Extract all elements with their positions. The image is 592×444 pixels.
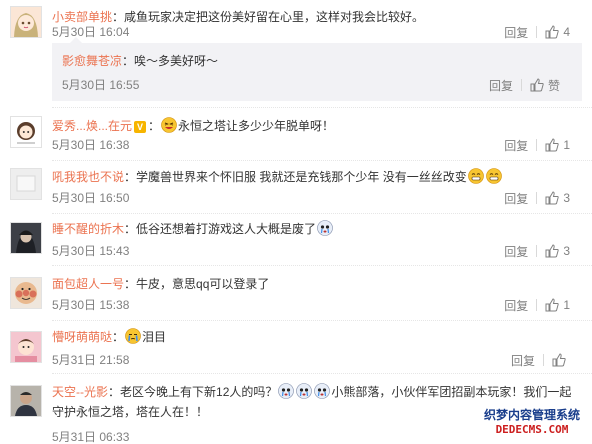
- reply-button[interactable]: 回复: [504, 243, 528, 260]
- reply-button[interactable]: 回复: [504, 137, 528, 154]
- comment-actions: 回复 4: [504, 24, 570, 40]
- comment-time: 5月30日 16:38: [52, 138, 130, 152]
- comment-item: 面包超人一号：牛皮，意思qq可以登录了 5月30日 15:38 回复 1: [0, 265, 592, 320]
- comment-text: 低谷还想着打游戏这人大概是废了: [136, 222, 317, 236]
- comment-text: 学魔兽世界来个怀旧服 我就还是充钱那个少年 没有一丝丝改变: [136, 170, 467, 184]
- thumbs-up-icon: [530, 78, 544, 92]
- like-count: 1: [563, 138, 570, 152]
- comment-item: 爱秀...焕...在元 V：永恒之塔让多少少年脱单呀！ 5月30日 16:38 回…: [0, 108, 592, 160]
- like-count: 3: [563, 244, 570, 258]
- action-divider: [536, 139, 538, 151]
- crying-face-emoji-icon: [278, 383, 295, 399]
- crying-face-emoji-icon: [317, 220, 333, 236]
- reply-username[interactable]: 影愈舞苍凉: [62, 54, 122, 68]
- comment-text: 永恒之塔让多少少年脱单呀！: [178, 119, 335, 133]
- comment-time: 5月31日 06:33: [52, 430, 130, 444]
- reply-box: 影愈舞苍凉：唉～多美好呀～ 5月30日 16:55 回复 赞: [52, 37, 582, 101]
- reply-button[interactable]: 回复: [504, 24, 528, 41]
- person-photo-avatar-icon[interactable]: [10, 385, 42, 417]
- like-button[interactable]: 1: [545, 298, 570, 312]
- reply-button[interactable]: 回复: [511, 352, 535, 369]
- watermark-line1: 织梦内容管理系统: [483, 408, 580, 422]
- reply-button[interactable]: 回复: [504, 297, 528, 314]
- comment-time: 5月30日 16:04: [52, 25, 130, 39]
- like-button[interactable]: 赞: [530, 77, 560, 94]
- comment-item: 吼我我也不说：学魔兽世界来个怀旧服 我就还是充钱那个少年 没有一丝丝改变 5月3…: [0, 160, 592, 213]
- like-button[interactable]: 3: [545, 244, 570, 258]
- laughing-face-emoji-icon: [161, 117, 177, 133]
- thumbs-up-icon: [545, 298, 559, 312]
- action-divider: [536, 245, 538, 257]
- grey-blank-avatar-icon[interactable]: [10, 168, 42, 200]
- comment-actions: 回复 3: [504, 190, 570, 206]
- thumbs-up-icon: [545, 191, 559, 205]
- like-count: 4: [563, 25, 570, 39]
- like-button[interactable]: 3: [545, 191, 570, 205]
- comment-username[interactable]: 吼我我也不说: [52, 170, 124, 184]
- comment-actions: 回复: [511, 352, 570, 368]
- thumbs-up-icon: [545, 138, 559, 152]
- comment-time: 5月31日 21:58: [52, 353, 130, 367]
- watermark-line2: DEDECMS.COM: [495, 423, 569, 436]
- action-divider: [536, 26, 538, 38]
- like-count: 1: [563, 298, 570, 312]
- reply-button[interactable]: 回复: [489, 77, 513, 94]
- pink-child-avatar-icon[interactable]: [10, 331, 42, 363]
- comment-text: 牛皮，意思qq可以登录了: [136, 277, 270, 291]
- comment-time: 5月30日 16:50: [52, 191, 130, 205]
- anpanman-avatar-icon[interactable]: [10, 277, 42, 309]
- comment-actions: 回复 1: [504, 137, 570, 153]
- action-divider: [543, 354, 544, 366]
- comment-username[interactable]: 懵呀萌萌哒: [52, 330, 112, 344]
- comment-username[interactable]: 面包超人一号: [52, 277, 124, 291]
- comment-time: 5月30日 15:38: [52, 298, 130, 312]
- comment-username[interactable]: 睡不醒的折木: [52, 222, 124, 236]
- thumbs-up-icon: [545, 25, 559, 39]
- watermark-logo: 织梦内容管理系统 DEDECMS.COM: [478, 408, 586, 436]
- comment-text: 老区今晚上有下新12人的吗？: [120, 385, 278, 399]
- grinning-face-emoji-icon: [485, 168, 502, 184]
- comment-text: 泪目: [142, 330, 167, 344]
- cartoon-girl-avatar-icon[interactable]: [10, 116, 42, 148]
- comment-actions: 回复 1: [504, 297, 570, 313]
- reply-actions: 回复 赞: [489, 77, 560, 93]
- like-label: 赞: [547, 78, 560, 93]
- comment-actions: 回复 3: [504, 243, 570, 259]
- like-button[interactable]: [552, 353, 570, 367]
- thumbs-up-icon: [545, 244, 559, 258]
- reply-text: 唉～多美好呀～: [134, 54, 219, 68]
- action-divider: [520, 79, 522, 91]
- grinning-face-emoji-icon: [467, 168, 484, 184]
- vip-badge-icon: V: [134, 121, 147, 133]
- reply-box-caret: [70, 37, 82, 43]
- comment-item: 小卖部单挑：咸鱼玩家决定把这份美好留在心里，这样对我会比较好。 5月30日 16…: [0, 0, 592, 108]
- comment-text: 咸鱼玩家决定把这份美好留在心里，这样对我会比较好。: [124, 10, 425, 24]
- reply-button[interactable]: 回复: [504, 190, 528, 207]
- like-button[interactable]: 4: [545, 25, 570, 39]
- comment-username[interactable]: 天空--光影: [52, 385, 108, 399]
- dark-character-avatar-icon[interactable]: [10, 222, 42, 254]
- thumbs-up-icon: [552, 353, 566, 367]
- comment-username[interactable]: 爱秀...焕...在元: [52, 119, 132, 133]
- action-divider: [536, 299, 538, 311]
- comment-item: 懵呀萌萌哒： 泪目 5月31日 21:58 回复: [0, 320, 592, 373]
- reply-time: 5月30日 16:55: [62, 78, 140, 92]
- crying-face-emoji-icon: [314, 383, 331, 399]
- tears-emoji-icon: [125, 328, 141, 344]
- action-divider: [536, 192, 538, 204]
- like-count: 3: [563, 191, 570, 205]
- crying-face-emoji-icon: [296, 383, 313, 399]
- anime-girl-avatar-icon[interactable]: [10, 6, 42, 38]
- comment-username[interactable]: 小卖部单挑: [52, 10, 112, 24]
- comment-item: 睡不醒的折木：低谷还想着打游戏这人大概是废了 5月30日 15:43 回复 3: [0, 213, 592, 265]
- like-button[interactable]: 1: [545, 138, 570, 152]
- comment-time: 5月30日 15:43: [52, 244, 130, 258]
